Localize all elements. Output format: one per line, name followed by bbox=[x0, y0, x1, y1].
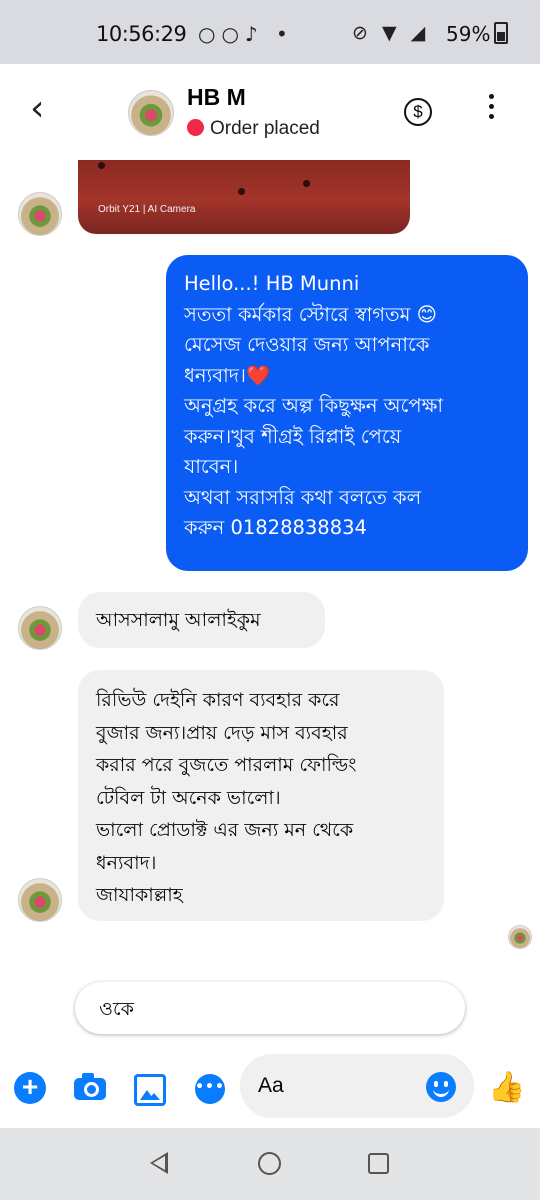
nav-recents-icon[interactable] bbox=[368, 1153, 389, 1174]
message-line: সততা কর্মকার স্টোরে স্বাগতম 😊 bbox=[184, 302, 438, 326]
photo-detail bbox=[98, 162, 105, 169]
plus-icon[interactable]: + bbox=[14, 1072, 46, 1104]
message-line: ভালো প্রোডাক্ট এর জন্য মন থেকে bbox=[96, 819, 354, 841]
quick-reply-button[interactable]: ওকে bbox=[75, 982, 465, 1034]
message-line: ধন্যবাদ।❤️ bbox=[184, 363, 271, 387]
message-line: মেসেজ দেওয়ার জন্য আপনাকে bbox=[184, 333, 430, 356]
message-line: রিভিউ দেইনি কারণ ব্যবহার করে bbox=[96, 689, 340, 711]
payment-dollar-icon[interactable]: $ bbox=[404, 98, 432, 126]
message-line: অনুগ্রহ করে অল্প কিছুক্ষন অপেক্ষা bbox=[184, 394, 444, 417]
order-status-label: Order placed bbox=[210, 118, 320, 139]
status-bar: 10:56:29 ○○♪ • ⊘ ▼ ◢ 59% bbox=[0, 0, 540, 64]
message-composer: + ••• Aa 👍 bbox=[0, 1052, 540, 1122]
contact-name[interactable]: HB M bbox=[187, 84, 246, 111]
back-arrow-icon[interactable]: ‹ bbox=[30, 88, 44, 129]
message-line: Hello...! HB Munni bbox=[184, 272, 360, 295]
received-message-bubble[interactable]: রিভিউ দেইনি কারণ ব্যবহার করে বুজার জন্য।… bbox=[78, 670, 444, 921]
sender-avatar bbox=[18, 192, 62, 236]
camera-icon[interactable] bbox=[74, 1073, 106, 1100]
read-receipt-avatar bbox=[508, 925, 532, 949]
contact-avatar[interactable] bbox=[128, 90, 174, 136]
notification-icons: ○○♪ • bbox=[198, 22, 294, 46]
status-dot-icon bbox=[187, 119, 204, 136]
gallery-icon[interactable] bbox=[134, 1074, 166, 1106]
message-input-placeholder: Aa bbox=[258, 1074, 284, 1097]
system-nav-bar bbox=[0, 1128, 540, 1200]
emoji-icon[interactable] bbox=[426, 1072, 456, 1102]
order-status[interactable]: Order placed bbox=[187, 118, 320, 140]
message-input[interactable]: Aa bbox=[240, 1054, 474, 1118]
message-line: করুন।খুব শীগ্রই রিপ্লাই পেয়ে bbox=[184, 424, 402, 448]
photo-detail bbox=[303, 180, 310, 187]
message-line: করুন 01828838834 bbox=[184, 516, 367, 539]
thumbs-up-icon[interactable]: 👍 bbox=[488, 1070, 525, 1105]
battery-percent: 59% bbox=[446, 22, 491, 46]
message-line: জাযাকাল্লাহ bbox=[96, 884, 183, 906]
chat-extension-icon[interactable]: ••• bbox=[195, 1074, 225, 1104]
signal-icons: ⊘ ▼ ◢ bbox=[352, 22, 430, 44]
message-text: আসসালামু আলাইকুম bbox=[96, 609, 261, 631]
photo-detail bbox=[238, 188, 245, 195]
message-line: বুজার জন্য।প্রায় দেড় মাস ব্যবহার bbox=[96, 721, 348, 744]
received-message-bubble[interactable]: আসসালামু আলাইকুম bbox=[78, 592, 325, 648]
nav-back-icon[interactable] bbox=[150, 1152, 168, 1174]
battery-icon bbox=[494, 22, 509, 44]
message-line: টেবিল টা অনেক ভালো। bbox=[96, 786, 281, 809]
message-line: যাবেন। bbox=[184, 455, 239, 478]
nav-home-icon[interactable] bbox=[258, 1152, 281, 1175]
message-line: ধন্যবাদ। bbox=[96, 851, 157, 874]
sender-avatar bbox=[18, 606, 62, 650]
status-time: 10:56:29 bbox=[96, 22, 187, 46]
battery-indicator: 59% bbox=[446, 22, 509, 46]
message-line: অথবা সরাসরি কথা বলতে কল bbox=[184, 485, 422, 509]
photo-message[interactable]: Orbit Y21 | AI Camera bbox=[78, 160, 410, 234]
sender-avatar bbox=[18, 878, 62, 922]
quick-reply-label: ওকে bbox=[99, 998, 134, 1020]
message-line: করার পরে বুজতে পারলাম ফোল্ডিং bbox=[96, 754, 357, 776]
photo-watermark: Orbit Y21 | AI Camera bbox=[98, 204, 196, 215]
chat-header: ‹ HB M Order placed $ bbox=[0, 64, 540, 160]
more-options-icon[interactable] bbox=[484, 94, 498, 124]
sent-message-bubble[interactable]: Hello...! HB Munni সততা কর্মকার স্টোরে স… bbox=[166, 255, 528, 571]
